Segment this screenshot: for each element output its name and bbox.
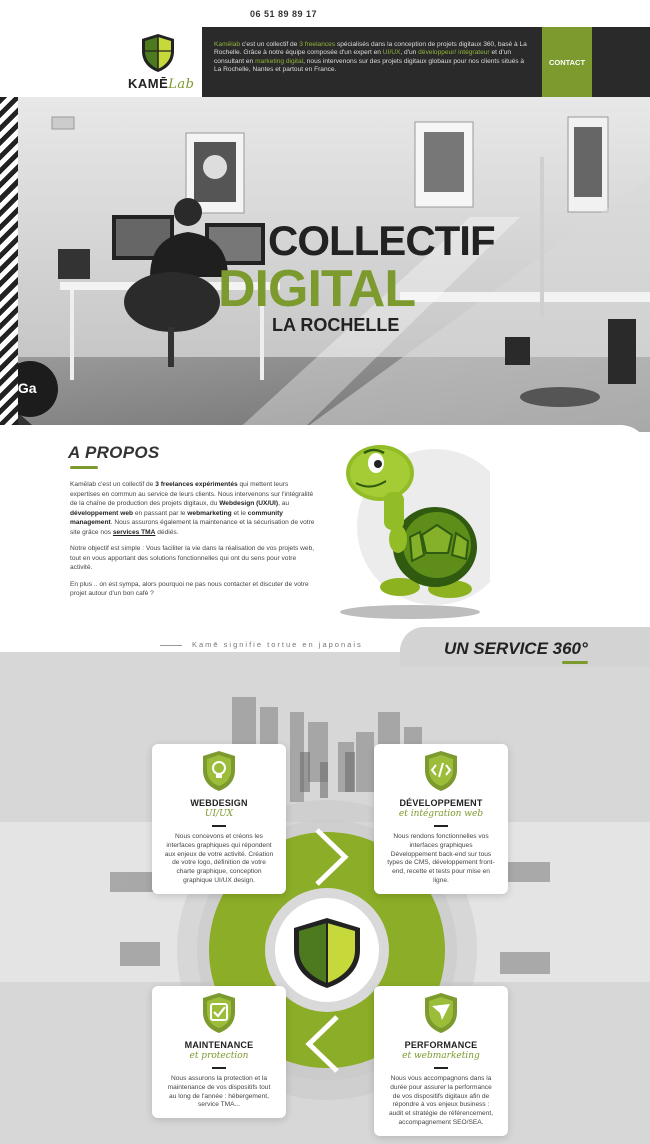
- about-section: A PROPOS Kamēlab c'est un collectif de 3…: [0, 425, 650, 635]
- about-text-segment: , au: [278, 500, 290, 507]
- shield-logo-icon: [142, 34, 174, 72]
- about-title: A PROPOS: [68, 443, 160, 462]
- code-icon: [425, 751, 457, 791]
- hero-title-location: LA ROCHELLE: [272, 315, 400, 335]
- intro-highlight: marketing digital: [255, 57, 304, 65]
- card-subtitle: UI/UX: [204, 809, 234, 819]
- card-title: PERFORMANCE: [404, 1040, 478, 1050]
- logo-link[interactable]: KAMĒLab: [0, 27, 202, 97]
- card-title: MAINTENANCE: [184, 1040, 254, 1050]
- card-divider: [212, 1067, 226, 1069]
- about-text-segment: et le: [231, 509, 248, 517]
- service-card-performance[interactable]: PERFORMANCE et webmarketing Nous vous ac…: [374, 986, 508, 1136]
- intro-highlight: 3 freelances: [299, 41, 336, 48]
- card-text: Nous vous accompagnons dans la durée pou…: [388, 1075, 494, 1126]
- service-card-maintenance[interactable]: MAINTENANCE et protection Nous assurons …: [152, 986, 286, 1119]
- card-text: Nous assurons la protection et la mainte…: [167, 1075, 271, 1109]
- about-text-segment: en passant par le: [133, 509, 188, 517]
- hero-title-digital: DIGITAL: [218, 260, 416, 318]
- header-right-block: [592, 27, 650, 97]
- check-icon: [203, 993, 235, 1033]
- hero-section: IGa COLLECTIF DIGITAL LA ROCHELLE: [0, 97, 650, 432]
- service-title: UN SERVICE 360°: [444, 639, 588, 658]
- phone-number[interactable]: 06 51 89 89 17: [250, 9, 317, 19]
- about-paragraph-2: Notre objectif est simple : Vous facilit…: [70, 545, 315, 571]
- card-title: DÉVELOPPEMENT: [399, 798, 483, 808]
- contact-button[interactable]: CONTACT: [542, 27, 592, 97]
- tagline: Kamē signifie tortue en japonais: [160, 640, 363, 649]
- about-keyword: Webdesign (UX/UI): [219, 500, 279, 507]
- card-divider: [212, 825, 226, 827]
- about-title-underline: [70, 466, 98, 469]
- hero-stripes: [0, 97, 18, 432]
- service-section: WEBDESIGN UI/UX Nous concevons et créons…: [0, 652, 650, 1144]
- card-subtitle: et intégration web: [398, 809, 484, 819]
- header-intro-text: Kamēlab c'est un collectif de 3 freelanc…: [202, 27, 542, 97]
- site-header: KAMĒLab Kamēlab c'est un collectif de 3 …: [0, 27, 650, 97]
- send-icon: [425, 993, 457, 1033]
- services-tma-link[interactable]: services TMA: [113, 529, 156, 536]
- about-text: Kamēlab c'est un collectif de 3 freelanc…: [70, 480, 320, 606]
- intro-text: , d'un: [400, 49, 419, 57]
- about-paragraph-1: Kamēlab c'est un collectif de 3 freelanc…: [70, 480, 320, 537]
- about-keyword: développement web: [70, 509, 134, 517]
- card-text: Nous concevons et créons les interfaces …: [164, 833, 274, 884]
- card-divider: [434, 825, 448, 827]
- logo-text: KAMĒLab: [128, 76, 195, 92]
- about-paragraph-3: En plus .. on est sympa, alors pourquoi …: [70, 580, 309, 598]
- about-keyword: webmarketing: [187, 509, 232, 517]
- intro-highlight: développeur/ intégrateur: [418, 49, 490, 57]
- tagline-dash: [160, 644, 182, 646]
- about-text-segment: dédiés.: [155, 528, 179, 536]
- service-card-developpement[interactable]: DÉVELOPPEMENT et intégration web Nous re…: [374, 744, 508, 894]
- card-subtitle: et protection: [189, 1051, 249, 1061]
- turtle-mascot-illustration: [340, 445, 490, 619]
- service-card-webdesign[interactable]: WEBDESIGN UI/UX Nous concevons et créons…: [152, 744, 286, 894]
- service-title-underline: [562, 661, 588, 664]
- card-subtitle: et webmarketing: [402, 1051, 480, 1061]
- card-text: Nous rendons fonctionnelles vos interfac…: [387, 833, 495, 884]
- card-title: WEBDESIGN: [190, 798, 248, 808]
- hero-title-collectif: COLLECTIF: [268, 217, 496, 264]
- about-keyword: 3 freelances expérimentés: [155, 481, 238, 488]
- lightbulb-icon: [203, 751, 235, 791]
- service-city-background: [0, 652, 650, 1144]
- intro-text: c'est un collectif de: [240, 41, 300, 48]
- intro-highlight: Kamēlab: [214, 41, 241, 48]
- intro-highlight: UI/UX: [382, 49, 401, 57]
- card-divider: [434, 1067, 448, 1069]
- about-text-segment: Kamēlab c'est un collectif de: [70, 481, 156, 488]
